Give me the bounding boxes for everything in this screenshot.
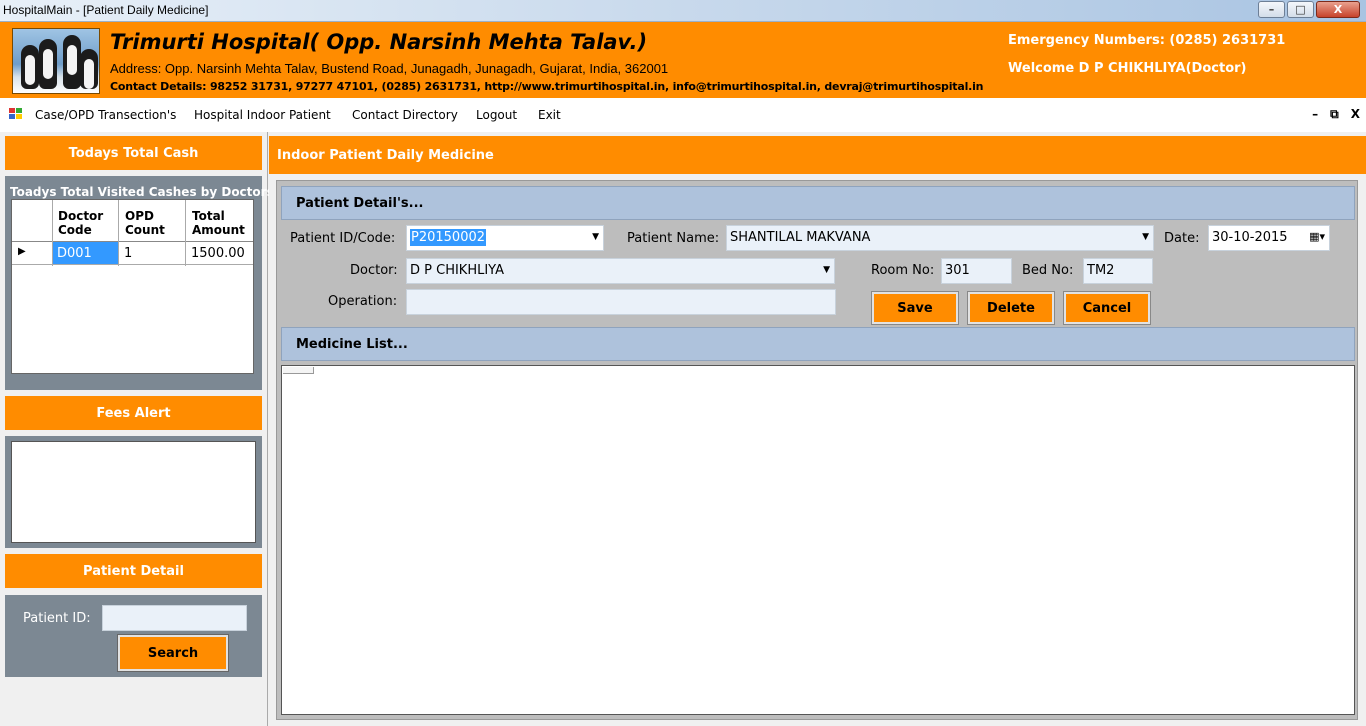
col-opd-count[interactable]: OPD Count <box>125 209 165 237</box>
form-body: Patient Detail's... Patient ID/Code: P20… <box>276 180 1358 720</box>
mdi-close-button[interactable]: X <box>1351 107 1360 122</box>
fees-alert-panel <box>5 436 262 548</box>
patient-id-dropdown[interactable]: P20150002 ▼ <box>406 225 604 251</box>
minimize-button[interactable]: – <box>1258 1 1285 18</box>
patient-name-label: Patient Name: <box>627 231 720 246</box>
welcome-user: Welcome D P CHIKHLIYA(Doctor) <box>1008 61 1247 76</box>
window-title-bar: HospitalMain - [Patient Daily Medicine] … <box>0 0 1366 22</box>
mdi-controls: – ⧉ X <box>1312 107 1360 122</box>
save-button[interactable]: Save <box>871 291 959 325</box>
doctor-dropdown[interactable]: D P CHIKHLIYA ▼ <box>406 258 835 284</box>
window-title: HospitalMain - [Patient Daily Medicine] <box>3 3 209 17</box>
chevron-down-icon: ▼ <box>823 265 830 275</box>
doctor-label: Doctor: <box>350 263 398 278</box>
search-button[interactable]: Search <box>117 634 229 672</box>
menu-logout[interactable]: Logout <box>476 108 517 122</box>
delete-button[interactable]: Delete <box>967 291 1055 325</box>
operation-field[interactable] <box>406 289 836 315</box>
room-no-field[interactable]: 301 <box>941 258 1012 284</box>
chevron-down-icon: ▼ <box>592 232 599 242</box>
hospital-address: Address: Opp. Narsinh Mehta Talav, Buste… <box>110 61 669 76</box>
patient-id-label: Patient ID: <box>23 611 91 626</box>
visited-cashes-title: Toadys Total Visited Cashes by Doctors <box>10 185 274 199</box>
form-icon[interactable] <box>9 108 23 120</box>
col-doctor-code[interactable]: Doctor Code <box>58 209 103 237</box>
patient-name-value: SHANTILAL MAKVANA <box>730 230 871 245</box>
patient-detail-section-header: Patient Detail's... <box>281 186 1355 220</box>
cell-doctor-code[interactable]: D001 <box>53 242 118 264</box>
menu-contact-directory[interactable]: Contact Directory <box>352 108 458 122</box>
hospital-contact-details: Contact Details: 98252 31731, 97277 4710… <box>110 80 984 93</box>
col-total-amount[interactable]: Total Amount <box>192 209 245 237</box>
patient-search-panel: Patient ID: Search <box>5 595 262 677</box>
window-controls: – □ X <box>1256 1 1360 18</box>
emergency-numbers: Emergency Numbers: (0285) 2631731 <box>1008 33 1286 48</box>
cancel-button[interactable]: Cancel <box>1063 291 1151 325</box>
menu-case-opd[interactable]: Case/OPD Transection's <box>35 108 176 122</box>
medicine-list-section-header: Medicine List... <box>281 327 1355 361</box>
chevron-down-icon: ▼ <box>1142 232 1149 242</box>
bed-no-label: Bed No: <box>1022 263 1074 278</box>
menu-hospital-indoor-patient[interactable]: Hospital Indoor Patient <box>194 108 331 122</box>
row-pointer-icon: ▶ <box>18 246 26 257</box>
date-label: Date: <box>1164 231 1200 246</box>
menu-exit[interactable]: Exit <box>538 108 561 122</box>
room-no-label: Room No: <box>871 263 935 278</box>
patient-name-dropdown[interactable]: SHANTILAL MAKVANA ▼ <box>726 225 1154 251</box>
indoor-medicine-form: Indoor Patient Daily Medicine Patient De… <box>269 132 1366 726</box>
bed-no-field[interactable]: TM2 <box>1083 258 1153 284</box>
close-button[interactable]: X <box>1316 1 1360 18</box>
mdi-minimize-button[interactable]: – <box>1312 107 1318 122</box>
penguins-logo-image <box>12 28 100 94</box>
maximize-button[interactable]: □ <box>1287 1 1314 18</box>
patient-id-value: P20150002 <box>410 229 487 246</box>
todays-total-cash-button[interactable]: Todays Total Cash <box>5 136 262 170</box>
date-value: 30-10-2015 <box>1212 230 1288 245</box>
patient-id-search-input[interactable] <box>102 605 247 631</box>
cell-total-amount[interactable]: 1500.00 <box>191 246 245 261</box>
calendar-icon[interactable]: ▦▾ <box>1309 230 1325 243</box>
left-panel: Todays Total Cash Toadys Total Visited C… <box>0 132 274 726</box>
doctor-value: D P CHIKHLIYA <box>410 263 505 278</box>
grid-header: Doctor Code OPD Count Total Amount <box>12 200 253 242</box>
patient-id-code-label: Patient ID/Code: <box>290 231 396 246</box>
doctor-cash-grid: Doctor Code OPD Count Total Amount ▶ D00… <box>11 199 254 374</box>
patient-detail-button[interactable]: Patient Detail <box>5 554 262 588</box>
menu-bar: Case/OPD Transection's Hospital Indoor P… <box>0 98 1366 132</box>
operation-label: Operation: <box>328 294 398 309</box>
grid-corner-header[interactable] <box>283 367 314 374</box>
date-picker[interactable]: 30-10-2015 ▦▾ <box>1208 225 1330 251</box>
mdi-restore-button[interactable]: ⧉ <box>1330 107 1339 122</box>
form-title: Indoor Patient Daily Medicine <box>269 136 1366 174</box>
fees-alert-button[interactable]: Fees Alert <box>5 396 262 430</box>
table-row[interactable]: ▶ D001 1 1500.00 <box>12 242 253 265</box>
hospital-header: Trimurti Hospital( Opp. Narsinh Mehta Ta… <box>0 22 1366 98</box>
medicine-list-grid[interactable] <box>281 365 1355 715</box>
fees-alert-list[interactable] <box>11 441 256 543</box>
hospital-name: Trimurti Hospital( Opp. Narsinh Mehta Ta… <box>110 30 648 54</box>
cell-opd-count[interactable]: 1 <box>124 246 132 261</box>
